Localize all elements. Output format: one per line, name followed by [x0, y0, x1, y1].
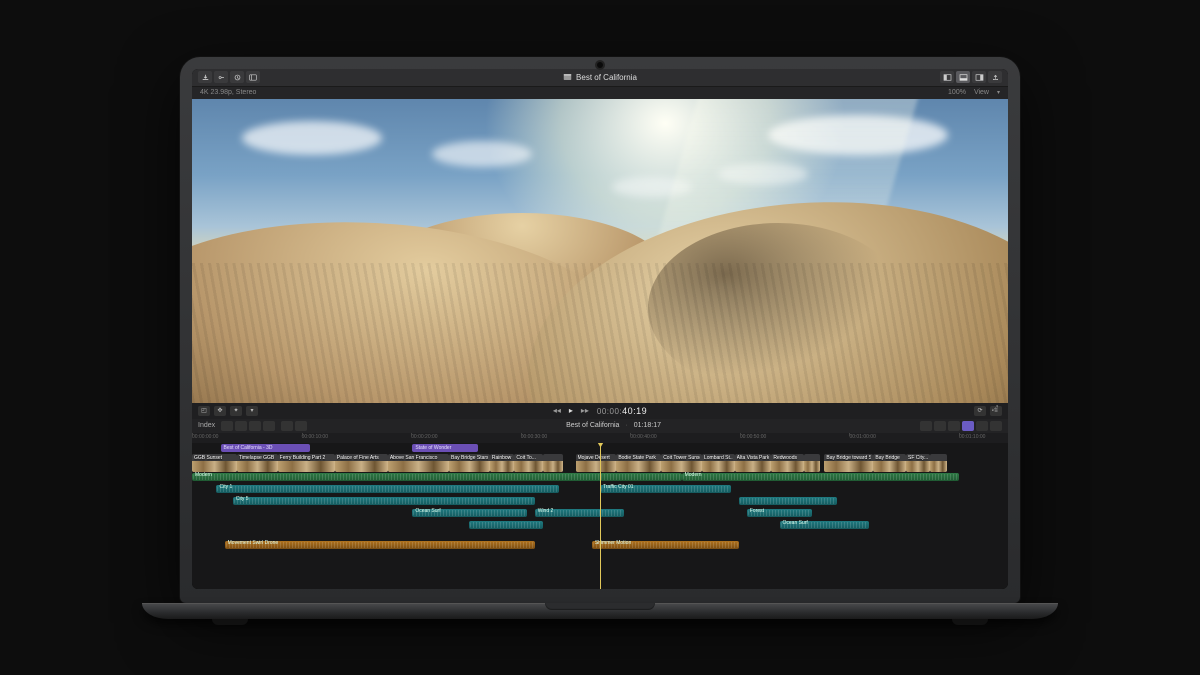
- fullscreen-icon[interactable]: ⤢: [992, 404, 998, 414]
- timeline-header: Index Best of California · 01:18:17: [192, 419, 1008, 433]
- connect-clip-button[interactable]: [221, 421, 233, 431]
- timeline-duration: 01:18:17: [634, 422, 661, 429]
- audio-skim-button[interactable]: [934, 421, 946, 431]
- laptop-foot: [212, 619, 248, 625]
- skimming-button[interactable]: [920, 421, 932, 431]
- crop-tool-button[interactable]: ◰: [198, 406, 210, 416]
- viewer-playbar: ◰ ✥ ✦ ▾ ◂◂ ▸ ▸▸ 00:00:40:19 ⟳ ≡ ⤢: [192, 403, 1008, 419]
- screen-bezel: Best of California 4K 23.98p, Stereo 100…: [180, 57, 1020, 603]
- insert-clip-button[interactable]: [235, 421, 247, 431]
- timecode-display: 00:00:40:19: [597, 406, 647, 416]
- clip-appearance-button[interactable]: [990, 421, 1002, 431]
- loop-button[interactable]: ⟳: [974, 406, 986, 416]
- project-title-group: Best of California: [563, 73, 637, 82]
- sand-ridges: [192, 263, 1008, 403]
- timeline-ruler[interactable]: 00:00:00:00 00:00:10:00 00:00:20:00 00:00:3…: [192, 433, 1008, 443]
- toolbar-left-group: [198, 71, 260, 83]
- skip-back-icon[interactable]: ◂◂: [553, 406, 561, 415]
- laptop-frame: Best of California 4K 23.98p, Stereo 100…: [180, 57, 1020, 619]
- chevron-down-icon: ▾: [997, 89, 1000, 96]
- library-toggle-button[interactable]: [246, 71, 260, 83]
- ruler-label: 00:00:30:00: [521, 434, 547, 440]
- timeline-index-button[interactable]: Index: [198, 422, 215, 429]
- ruler-label: 00:00:50:00: [740, 434, 766, 440]
- app-subbar: 4K 23.98p, Stereo 100% View ▾: [192, 87, 1008, 99]
- playhead[interactable]: [600, 443, 601, 589]
- ruler-label: 00:00:00:00: [192, 434, 218, 440]
- laptop-foot: [952, 619, 988, 625]
- layout-inspector-button[interactable]: [972, 71, 986, 83]
- app-toolbar: Best of California: [192, 69, 1008, 87]
- ruler-label: 00:01:00:00: [849, 434, 875, 440]
- keyword-button[interactable]: [214, 71, 228, 83]
- layout-browser-button[interactable]: [940, 71, 954, 83]
- app-screen: Best of California 4K 23.98p, Stereo 100…: [192, 69, 1008, 589]
- solo-button[interactable]: [948, 421, 960, 431]
- project-title: Best of California: [576, 73, 637, 82]
- playbar-right-tools: ⟳ ≡ ⤢: [974, 406, 1002, 416]
- layout-timeline-button[interactable]: [956, 71, 970, 83]
- import-button[interactable]: [198, 71, 212, 83]
- timeline-zoom-button[interactable]: [976, 421, 988, 431]
- skip-fwd-icon[interactable]: ▸▸: [581, 406, 589, 415]
- share-button[interactable]: [988, 71, 1002, 83]
- playbar-left-tools: ◰ ✥ ✦ ▾: [198, 406, 258, 416]
- enhance-tool-button[interactable]: ✦: [230, 406, 242, 416]
- toolbar-right-group: [940, 71, 1002, 83]
- laptop-base: [142, 603, 1058, 619]
- ruler-label: 00:00:10:00: [302, 434, 328, 440]
- timeline-title: Best of California · 01:18:17: [313, 422, 914, 429]
- retime-tool-button[interactable]: ▾: [246, 406, 258, 416]
- ruler-label: 00:01:10:00: [959, 434, 985, 440]
- timeline-area[interactable]: Best of California - 3DState of Wonder G…: [192, 443, 1008, 589]
- overwrite-clip-button[interactable]: [263, 421, 275, 431]
- clapper-icon: [563, 73, 572, 81]
- cloud-shape: [432, 141, 532, 167]
- select-tool-button[interactable]: [281, 421, 293, 431]
- timeline-project-name: Best of California: [566, 422, 619, 429]
- viewer-canvas[interactable]: [192, 99, 1008, 403]
- playhead-overlay: [192, 443, 1008, 589]
- append-clip-button[interactable]: [249, 421, 261, 431]
- zoom-level[interactable]: 100%: [948, 89, 966, 96]
- snapping-button[interactable]: [962, 421, 974, 431]
- cloud-shape: [242, 121, 382, 155]
- camera-dot: [597, 62, 603, 68]
- format-info: 4K 23.98p, Stereo: [200, 89, 256, 96]
- play-icon[interactable]: ▸: [569, 406, 573, 415]
- ruler-label: 00:00:20:00: [411, 434, 437, 440]
- transform-tool-button[interactable]: ✥: [214, 406, 226, 416]
- trackpad-notch: [545, 603, 655, 610]
- trim-tool-button[interactable]: [295, 421, 307, 431]
- ruler-label: 00:00:40:00: [630, 434, 656, 440]
- view-menu[interactable]: View: [974, 89, 989, 96]
- bg-tasks-button[interactable]: [230, 71, 244, 83]
